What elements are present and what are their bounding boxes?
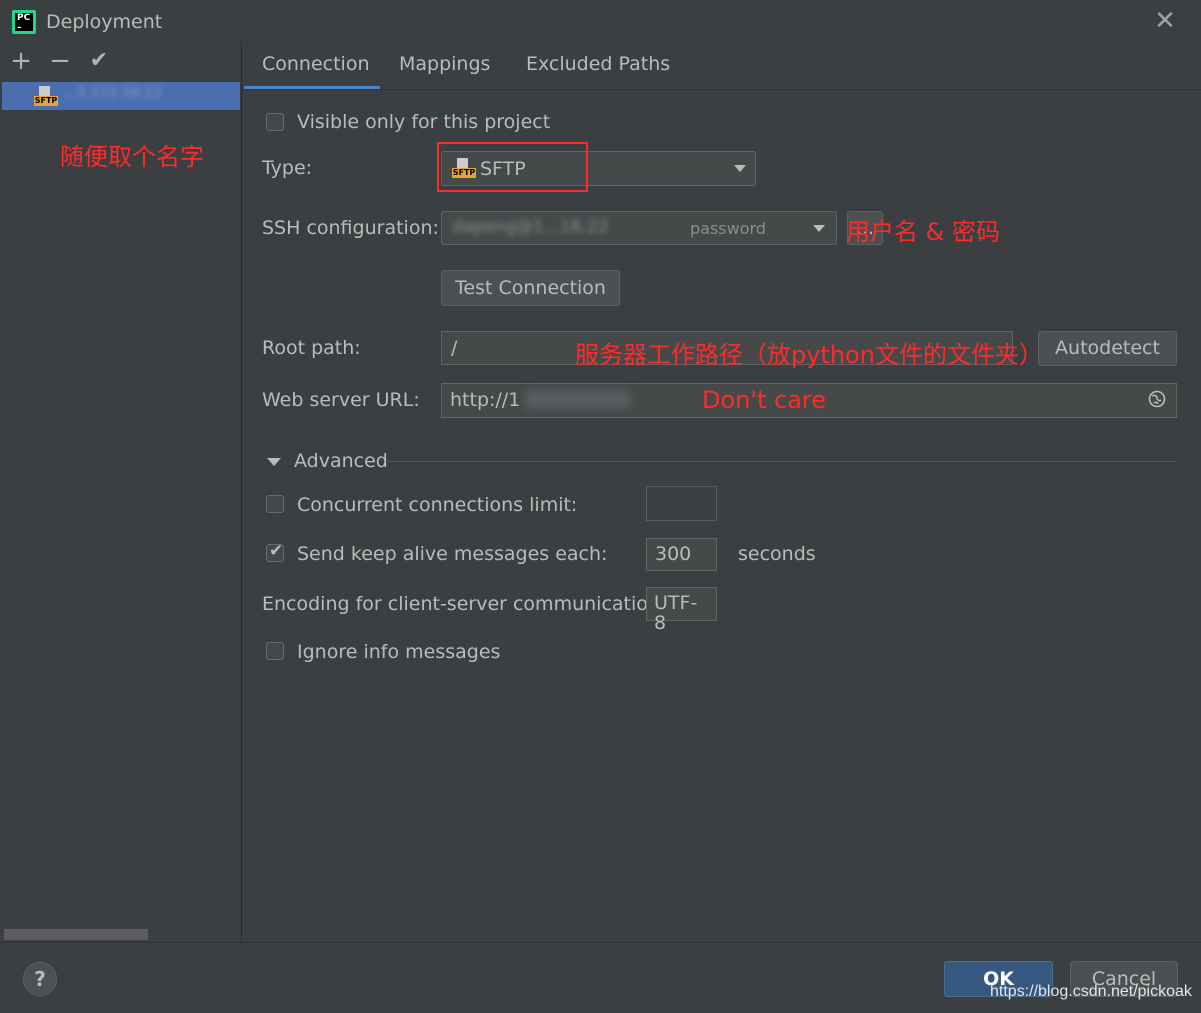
web-url-annotation: Don't care	[702, 386, 827, 414]
credentials-annotation: 用户名 & 密码	[846, 218, 1000, 246]
advanced-section-label[interactable]: Advanced	[294, 450, 388, 472]
test-connection-button[interactable]: Test Connection	[441, 270, 620, 306]
keep-alive-checkbox[interactable]: ✔	[266, 541, 284, 562]
server-list-panel	[0, 42, 242, 942]
server-name: ...5.172.16.12	[64, 85, 162, 101]
root-path-value: /	[451, 337, 458, 359]
visible-only-label: Visible only for this project	[297, 111, 551, 133]
horizontal-scrollbar[interactable]	[4, 929, 148, 940]
name-annotation: 随便取个名字	[60, 143, 204, 171]
chevron-down-icon	[734, 165, 746, 172]
help-button[interactable]: ?	[23, 962, 57, 996]
tabs-divider	[242, 89, 1201, 90]
web-server-url-label: Web server URL:	[262, 389, 420, 411]
tab-excluded-paths[interactable]: Excluded Paths	[526, 53, 670, 75]
close-icon[interactable]: ✕	[1152, 6, 1178, 36]
type-annotation-box	[437, 142, 588, 192]
concurrent-limit-input[interactable]	[646, 486, 717, 521]
type-label: Type:	[262, 157, 313, 179]
ssh-auth-type: password	[690, 219, 766, 238]
concurrent-limit-label: Concurrent connections limit:	[297, 494, 578, 516]
keep-alive-label: Send keep alive messages each:	[297, 543, 608, 565]
redacted-blur	[525, 390, 630, 408]
remove-server-button[interactable]: −	[47, 48, 73, 74]
title-bar: PC – Deployment ✕	[0, 0, 1201, 42]
keep-alive-input[interactable]: 300	[646, 538, 717, 571]
encoding-label: Encoding for client-server communication…	[262, 593, 667, 615]
footer-divider	[0, 942, 1201, 943]
pycharm-logo-icon: PC –	[12, 10, 36, 34]
root-path-label: Root path:	[262, 337, 361, 359]
add-server-button[interactable]: +	[8, 48, 34, 74]
ssh-config-label: SSH configuration:	[262, 217, 439, 239]
sftp-icon: SFTP	[34, 86, 58, 106]
web-server-url-value: http://1	[450, 389, 521, 411]
set-default-button[interactable]: ✔	[86, 48, 112, 74]
visible-only-checkbox[interactable]	[266, 113, 284, 131]
window-title: Deployment	[46, 11, 163, 33]
ignore-info-checkbox[interactable]	[266, 642, 284, 660]
active-tab-indicator	[244, 86, 380, 89]
chevron-down-icon	[813, 225, 825, 232]
advanced-divider	[388, 461, 1176, 462]
ssh-config-value: dapeng@1...16.22	[452, 217, 609, 237]
ignore-info-label: Ignore info messages	[297, 641, 501, 663]
tab-connection[interactable]: Connection	[262, 53, 370, 75]
expand-triangle-icon[interactable]	[267, 458, 281, 466]
encoding-input[interactable]: UTF-8	[646, 587, 717, 633]
keep-alive-unit: seconds	[738, 543, 816, 565]
globe-icon[interactable]	[1148, 390, 1166, 408]
tab-mappings[interactable]: Mappings	[399, 53, 490, 75]
root-path-annotation: 服务器工作路径（放python文件的文件夹）	[575, 341, 1043, 369]
concurrent-limit-checkbox[interactable]	[266, 495, 284, 513]
watermark: https://blog.csdn.net/pickoak	[990, 983, 1192, 1000]
autodetect-button[interactable]: Autodetect	[1038, 331, 1177, 366]
